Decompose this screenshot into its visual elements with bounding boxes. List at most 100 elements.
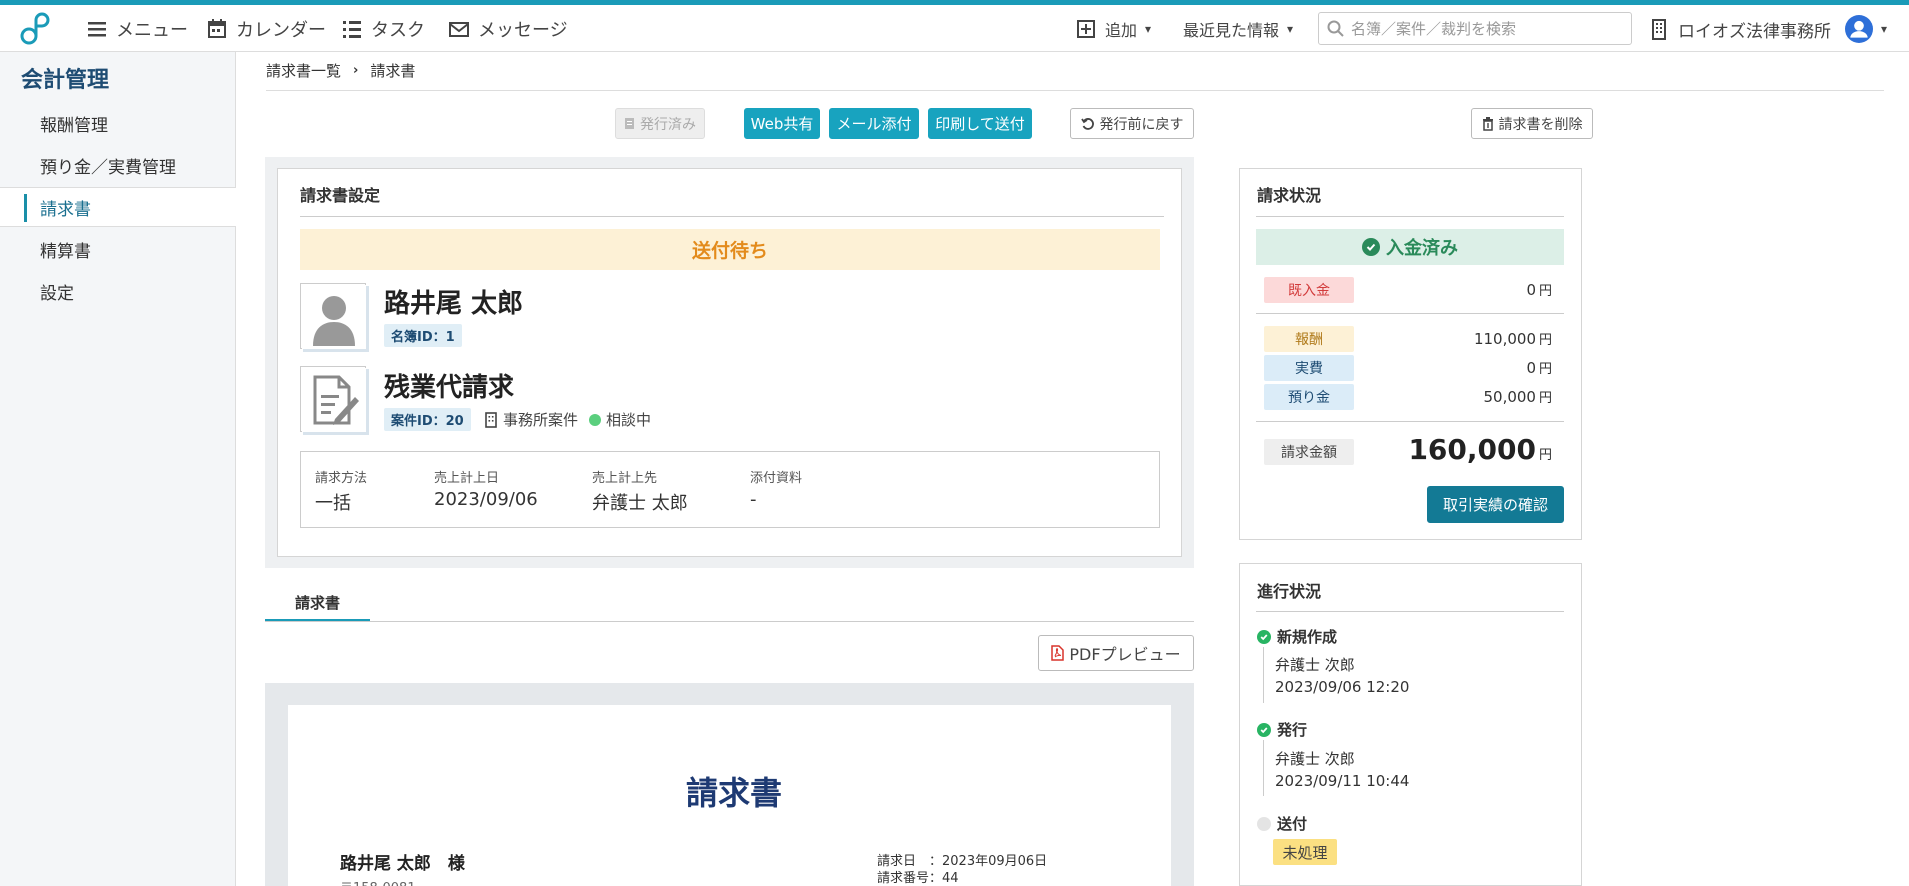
received-amount: 0円	[1526, 280, 1552, 299]
nav-recent[interactable]: 最近見た情報 ▾	[1183, 17, 1293, 41]
pdf-invoice-number: 請求番号：44	[877, 867, 959, 886]
check-circle-icon	[1257, 722, 1271, 737]
case-status: 相談中	[589, 409, 651, 430]
paid-status-label: 入金済み	[1386, 238, 1458, 259]
invoice-settings-title: 請求書設定	[300, 186, 381, 205]
detail-label: 添付資料	[750, 471, 803, 486]
breadcrumb-divider	[266, 90, 1884, 91]
received-amount-value: 0	[1526, 281, 1536, 299]
case-avatar	[300, 366, 366, 432]
yen-unit: 円	[1538, 362, 1552, 377]
sidebar-item-settings[interactable]: 設定	[0, 271, 236, 311]
issued-button[interactable]: 発行済み	[615, 108, 705, 139]
expense-amount: 0円	[1526, 358, 1552, 377]
step-time: 2023/09/06 12:20	[1275, 678, 1410, 696]
global-search[interactable]	[1318, 12, 1632, 45]
paid-status-banner: 入金済み	[1256, 229, 1564, 265]
web-share-button[interactable]: Web共有	[744, 108, 820, 139]
breadcrumb-current: 請求書	[370, 62, 416, 80]
detail-value: 2023/09/06	[434, 489, 538, 510]
status-banner: 送付待ち	[300, 229, 1160, 270]
case-name[interactable]: 残業代請求	[384, 367, 514, 404]
step-label: 発行	[1277, 721, 1308, 739]
sidebar-item-invoices[interactable]: 請求書	[0, 187, 236, 227]
print-send-button[interactable]: 印刷して送付	[928, 108, 1032, 139]
user-menu[interactable]: ▾	[1845, 15, 1887, 43]
nav-add[interactable]: 追加 ▾	[1075, 17, 1151, 41]
unprocessed-badge: 未処理	[1273, 839, 1337, 865]
building-icon	[485, 411, 497, 428]
nav-add-label: 追加	[1105, 21, 1138, 40]
revert-label: 発行前に戻す	[1099, 116, 1184, 133]
hamburger-icon	[88, 22, 106, 37]
step-connector	[1263, 647, 1264, 703]
pdf-invoice-title: 請求書	[686, 774, 783, 812]
deposit-row: 預り金 50,000 円	[1256, 384, 1564, 410]
document-icon	[625, 118, 634, 129]
nav-tasks[interactable]: タスク	[341, 17, 425, 41]
sidebar-item-label: 設定	[40, 283, 74, 304]
app-logo-icon[interactable]	[18, 11, 54, 47]
nav-menu-label: メニュー	[116, 20, 188, 41]
search-input[interactable]	[1351, 19, 1621, 38]
breadcrumb: 請求書一覧 › 請求書	[266, 60, 415, 81]
pdf-number-value: 44	[942, 871, 959, 886]
top-nav-bar: メニュー カレンダー タスク メッセージ 追加 ▾ 最近見た情報 ▾ ロイオズ法…	[0, 5, 1909, 52]
detail-value: -	[750, 489, 757, 510]
step-connector	[1263, 740, 1264, 796]
deposit-amount-value: 50,000	[1483, 388, 1536, 406]
received-row: 既入金 0円	[1256, 277, 1564, 303]
step-label: 新規作成	[1277, 628, 1338, 646]
pending-circle-icon	[1257, 816, 1271, 831]
pdf-preview-button[interactable]: PDFプレビュー	[1038, 635, 1194, 671]
fee-amount: 110,000 円	[1474, 329, 1552, 348]
yen-unit: 円	[1538, 448, 1552, 463]
case-status-label: 相談中	[606, 411, 652, 429]
client-name[interactable]: 路井尾 太郎	[384, 283, 523, 320]
pdf-zip: 〒158-0081	[340, 877, 416, 886]
progress-title: 進行状況	[1257, 582, 1322, 601]
undo-icon	[1080, 117, 1094, 130]
step-sent: 送付	[1257, 813, 1307, 834]
breadcrumb-parent-link[interactable]: 請求書一覧	[266, 60, 341, 81]
mail-attach-button[interactable]: メール添付	[829, 108, 919, 139]
trash-icon	[1482, 116, 1493, 131]
user-avatar-icon	[1845, 15, 1873, 43]
delete-invoice-button[interactable]: 請求書を削除	[1471, 108, 1593, 139]
pdf-file-icon	[1051, 645, 1065, 661]
nav-calendar[interactable]: カレンダー	[206, 17, 326, 41]
search-icon	[1327, 20, 1344, 37]
plus-square-icon	[1077, 20, 1095, 38]
confirm-transactions-button[interactable]: 取引実績の確認	[1427, 486, 1564, 523]
fee-row: 報酬 110,000 円	[1256, 326, 1564, 352]
detail-label: 売上計上日	[434, 471, 500, 486]
pdf-number-label: 請求番号：	[877, 871, 943, 886]
nav-office[interactable]: ロイオズ法律事務所	[1648, 17, 1831, 42]
nav-office-label: ロイオズ法律事務所	[1678, 21, 1831, 42]
pdf-preview-label: PDFプレビュー	[1069, 645, 1181, 664]
sidebar-item-settlements[interactable]: 精算書	[0, 229, 236, 269]
received-label: 既入金	[1264, 277, 1354, 303]
tab-invoice[interactable]: 請求書	[265, 586, 370, 622]
nav-menu[interactable]: メニュー	[86, 17, 188, 41]
expense-amount-value: 0	[1526, 359, 1536, 377]
divider	[1256, 313, 1564, 314]
sidebar-item-fees[interactable]: 報酬管理	[0, 103, 236, 143]
confirm-transactions-label: 取引実績の確認	[1442, 496, 1548, 514]
print-send-label: 印刷して送付	[935, 115, 1025, 133]
calendar-icon	[208, 19, 226, 38]
sidebar-item-deposits[interactable]: 預り金／実費管理	[0, 145, 236, 185]
nav-messages[interactable]: メッセージ	[448, 17, 568, 41]
step-label: 送付	[1277, 815, 1308, 833]
yen-unit: 円	[1538, 333, 1552, 348]
sidebar: 会計管理 報酬管理 預り金／実費管理 請求書 精算書 設定	[0, 52, 236, 886]
person-silhouette-icon	[302, 285, 366, 349]
revert-button[interactable]: 発行前に戻す	[1070, 108, 1194, 139]
fee-amount-value: 110,000	[1473, 330, 1536, 348]
yen-unit: 円	[1538, 284, 1552, 299]
divider	[1256, 611, 1564, 612]
billing-status-card	[1239, 168, 1582, 540]
divider	[1256, 216, 1564, 217]
task-list-icon	[343, 21, 361, 38]
check-circle-icon	[1257, 629, 1271, 644]
